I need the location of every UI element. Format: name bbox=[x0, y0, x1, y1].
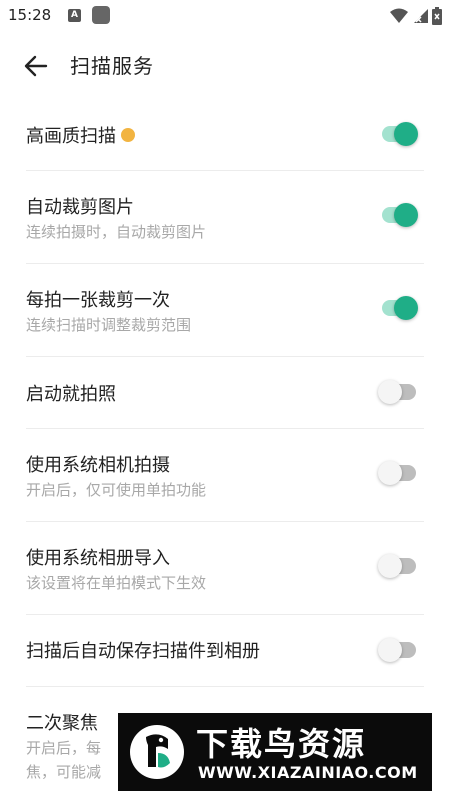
toggle-thumb bbox=[378, 554, 402, 578]
setting-title: 每拍一张裁剪一次 bbox=[26, 290, 170, 311]
setting-row-auto-crop[interactable]: 自动裁剪图片 连续拍摄时，自动裁剪图片 bbox=[26, 171, 424, 264]
premium-crown-icon bbox=[121, 128, 135, 142]
setting-row-crop-each-shot[interactable]: 每拍一张裁剪一次 连续扫描时调整裁剪范围 bbox=[26, 264, 424, 357]
setting-title: 使用系统相机拍摄 bbox=[26, 455, 170, 476]
setting-title: 使用系统相册导入 bbox=[26, 548, 170, 569]
toggle-switch[interactable] bbox=[380, 197, 420, 237]
page-title: 扫描服务 bbox=[70, 54, 154, 78]
setting-row-system-camera[interactable]: 使用系统相机拍摄 开启后，仅可使用单拍功能 bbox=[26, 429, 424, 522]
toggle-thumb bbox=[394, 122, 418, 146]
toggle-thumb bbox=[378, 638, 402, 662]
setting-title: 自动裁剪图片 bbox=[26, 197, 134, 218]
setting-row-shoot-on-launch[interactable]: 启动就拍照 bbox=[26, 357, 424, 429]
setting-subtitle: 连续拍摄时，自动裁剪图片 bbox=[26, 223, 207, 241]
toggle-thumb bbox=[378, 380, 402, 404]
toggle-switch[interactable] bbox=[378, 374, 420, 414]
toggle-switch[interactable] bbox=[380, 116, 420, 156]
app-header: 扫描服务 bbox=[0, 40, 450, 92]
setting-title: 扫描后自动保存扫描件到相册 bbox=[26, 641, 260, 662]
setting-subtitle: 开启后，每 bbox=[26, 739, 102, 757]
signal-icon bbox=[414, 9, 428, 23]
setting-title-text: 高画质扫描 bbox=[26, 126, 116, 147]
watermark-title: 下载鸟资源 bbox=[196, 725, 367, 763]
status-bar: 15:28 A bbox=[0, 0, 450, 32]
toggle-thumb bbox=[378, 461, 402, 485]
toggle-switch[interactable] bbox=[378, 548, 420, 588]
toggle-thumb bbox=[394, 296, 418, 320]
setting-title: 启动就拍照 bbox=[26, 384, 116, 405]
toggle-switch[interactable] bbox=[378, 455, 420, 495]
app-square-icon bbox=[92, 6, 110, 24]
notification-a-icon: A bbox=[68, 9, 81, 22]
status-time: 15:28 bbox=[8, 6, 52, 24]
settings-list: 高画质扫描 自动裁剪图片 连续拍摄时，自动裁剪图片 每拍一张裁剪一次 连续扫描时… bbox=[0, 100, 450, 807]
toggle-thumb bbox=[394, 203, 418, 227]
watermark-url: WWW.XIAZAINIAO.COM bbox=[198, 763, 418, 782]
setting-subtitle: 连续扫描时调整裁剪范围 bbox=[26, 316, 192, 334]
setting-title: 二次聚焦 bbox=[26, 713, 98, 734]
toggle-switch[interactable] bbox=[380, 290, 420, 330]
setting-title: 高画质扫描 bbox=[26, 122, 135, 148]
status-icons bbox=[390, 7, 442, 25]
battery-icon bbox=[432, 7, 442, 25]
setting-row-high-quality-scan[interactable]: 高画质扫描 bbox=[26, 100, 424, 171]
setting-subtitle: 该设置将在单拍模式下生效 bbox=[26, 574, 207, 592]
toggle-switch[interactable] bbox=[378, 632, 420, 672]
wifi-icon bbox=[390, 8, 408, 23]
setting-row-system-album-import[interactable]: 使用系统相册导入 该设置将在单拍模式下生效 bbox=[26, 522, 424, 615]
setting-row-auto-save-to-album[interactable]: 扫描后自动保存扫描件到相册 bbox=[26, 615, 424, 687]
setting-subtitle-line-2: 焦，可能减 bbox=[26, 763, 102, 781]
bird-logo-icon bbox=[130, 725, 184, 779]
watermark-banner: 下载鸟资源 WWW.XIAZAINIAO.COM bbox=[118, 713, 432, 791]
setting-subtitle: 开启后，仅可使用单拍功能 bbox=[26, 481, 207, 499]
back-arrow-icon[interactable] bbox=[22, 52, 50, 80]
